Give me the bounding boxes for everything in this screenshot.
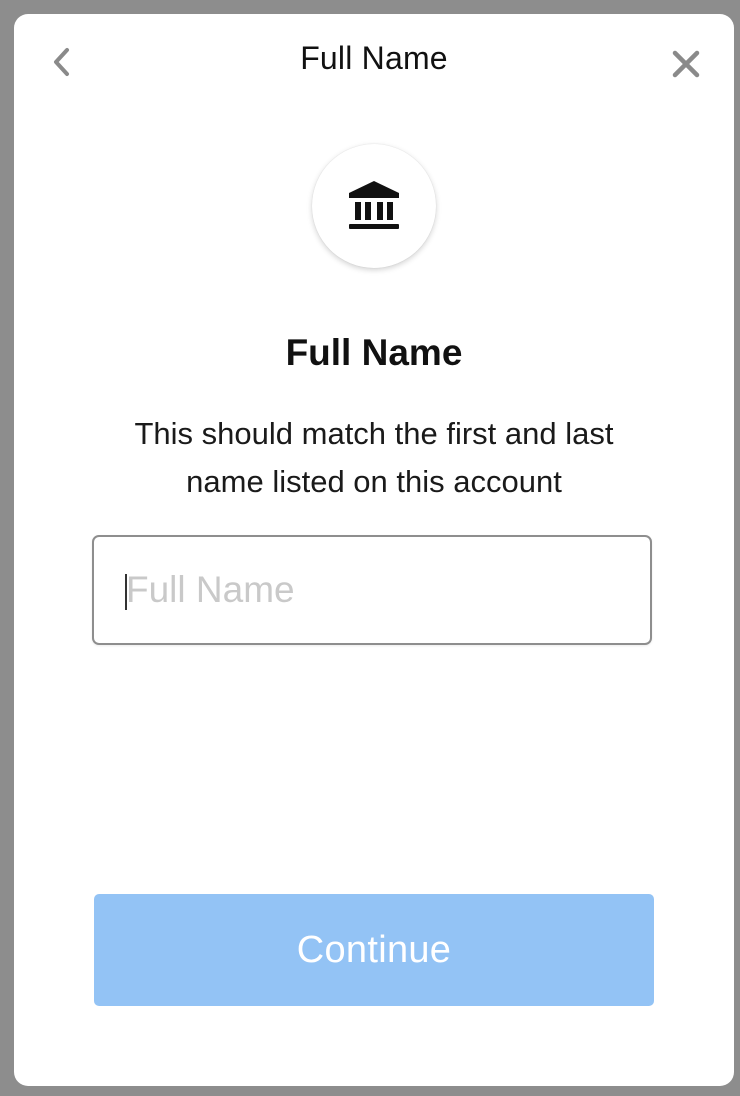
modal-title: Full Name	[300, 40, 448, 76]
section-title: Full Name	[285, 332, 463, 373]
full-name-input[interactable]	[92, 535, 652, 645]
bank-icon	[349, 181, 399, 229]
continue-button[interactable]: Continue	[94, 894, 654, 1006]
instruction-text: This should match the first and last nam…	[134, 416, 614, 499]
bank-icon-badge	[312, 144, 436, 268]
modal-header: Full Name	[14, 14, 734, 110]
full-name-modal: Full Name Full Name This should match th…	[14, 14, 734, 1086]
close-icon	[672, 50, 700, 78]
close-button[interactable]	[666, 44, 706, 84]
text-cursor	[125, 574, 127, 610]
